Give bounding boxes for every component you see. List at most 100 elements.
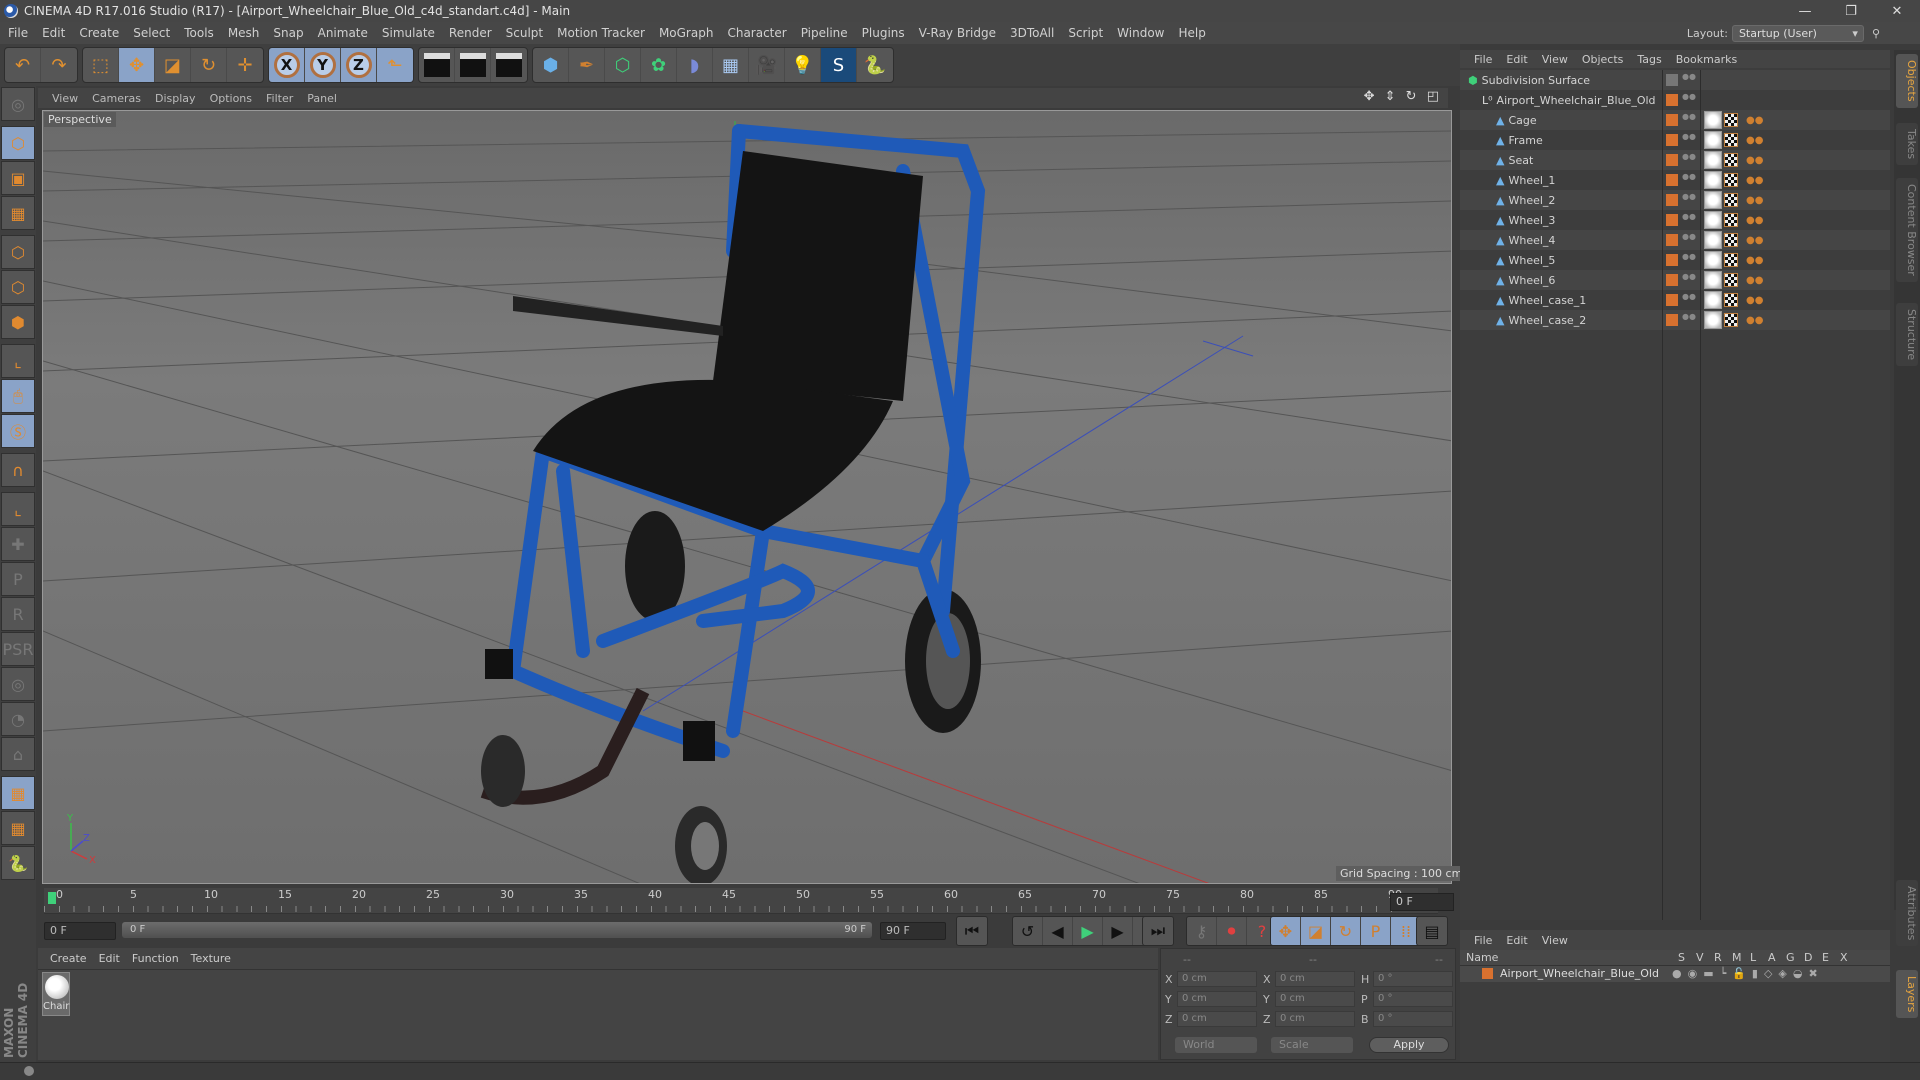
layer-column-d[interactable]: D — [1804, 951, 1812, 964]
deformer-button[interactable]: ◗ — [677, 48, 713, 82]
viewport-3d[interactable]: Y Z X — [42, 110, 1452, 884]
viewport-menu-view[interactable]: View — [52, 92, 78, 105]
object-row[interactable]: ▲ Wheel_6 ●● ●● — [1460, 270, 1890, 290]
layer-color-tag[interactable] — [1666, 114, 1678, 126]
restore-icon[interactable]: ❐ — [1828, 0, 1874, 22]
z-axis-button[interactable]: Z — [341, 48, 377, 82]
layer-color-tag[interactable] — [1666, 174, 1678, 186]
tab-takes[interactable]: Takes — [1896, 123, 1918, 166]
menu-simulate[interactable]: Simulate — [382, 26, 435, 40]
object-item[interactable]: ▲ Wheel_4 — [1496, 234, 1555, 247]
tweak-mode-button[interactable]: 🖱 — [1, 379, 35, 413]
material-tag-icon[interactable] — [1704, 251, 1722, 269]
layer-color-tag[interactable] — [1666, 294, 1678, 306]
coord-mode-dropdown[interactable]: Scale — [1271, 1037, 1353, 1053]
rotation-field[interactable]: 0 ° — [1373, 991, 1453, 1007]
object-item[interactable]: ▲ Wheel_1 — [1496, 174, 1555, 187]
texture-tag-icon[interactable] — [1724, 273, 1738, 287]
tab-layers[interactable]: Layers — [1896, 970, 1918, 1019]
size-field[interactable]: 0 cm — [1275, 971, 1355, 987]
search-icon[interactable]: ⚲ — [1872, 27, 1880, 40]
axis-mode-button[interactable]: ⌞ — [1, 344, 35, 378]
object-item[interactable]: ▲ Wheel_5 — [1496, 254, 1555, 267]
cube-button[interactable]: ⬢ — [533, 48, 569, 82]
layer-column-e[interactable]: E — [1822, 951, 1829, 964]
position-field[interactable]: 0 cm — [1177, 991, 1257, 1007]
minimize-icon[interactable]: — — [1782, 0, 1828, 22]
texture-tag-icon[interactable] — [1724, 293, 1738, 307]
play-button[interactable]: ▶ — [1073, 917, 1103, 945]
material-tag-icon[interactable] — [1704, 151, 1722, 169]
layer-color-tag[interactable] — [1666, 154, 1678, 166]
previous-key-button[interactable]: ↺ — [1013, 917, 1043, 945]
close-icon[interactable]: ✕ — [1874, 0, 1920, 22]
layer-color-tag[interactable] — [1666, 314, 1678, 326]
phong-tag-icon[interactable]: ●● — [1746, 135, 1763, 146]
object-row[interactable]: ▲ Wheel_2 ●● ●● — [1460, 190, 1890, 210]
menu-create[interactable]: Create — [79, 26, 119, 40]
layer-color-tag[interactable] — [1666, 214, 1678, 226]
texture-tag-icon[interactable] — [1724, 313, 1738, 327]
tab-objects[interactable]: Objects — [1896, 54, 1918, 108]
menu-motion-tracker[interactable]: Motion Tracker — [557, 26, 645, 40]
next-frame-button[interactable]: ▶ — [1103, 917, 1133, 945]
object-row[interactable]: ▲ Seat ●● ●● — [1460, 150, 1890, 170]
phong-tag-icon[interactable]: ●● — [1746, 235, 1763, 246]
menu-tools[interactable]: Tools — [184, 26, 214, 40]
menu-snap[interactable]: Snap — [273, 26, 303, 40]
object-menu-edit[interactable]: Edit — [1506, 53, 1527, 66]
cloner-button[interactable]: ✿ — [641, 48, 677, 82]
viewport-menu-cameras[interactable]: Cameras — [92, 92, 141, 105]
tab-content-browser[interactable]: Content Browser — [1896, 178, 1918, 282]
phong-tag-icon[interactable]: ●● — [1746, 115, 1763, 126]
end-frame-field[interactable]: 90 F — [880, 922, 946, 940]
object-item[interactable]: ⬢ Subdivision Surface — [1468, 74, 1590, 87]
layer-column-v[interactable]: V — [1696, 951, 1704, 964]
x-axis-button[interactable]: X — [269, 48, 305, 82]
key-pla-button[interactable]: ⌂ — [1, 737, 35, 771]
material-menu-create[interactable]: Create — [50, 952, 87, 965]
menu-mograph[interactable]: MoGraph — [659, 26, 714, 40]
previous-frame-button[interactable]: ◀ — [1043, 917, 1073, 945]
visibility-dots[interactable]: ●● — [1682, 293, 1696, 306]
motion-record-button[interactable]: ⚷ — [1187, 917, 1217, 945]
material-tag-icon[interactable] — [1704, 191, 1722, 209]
camera-button[interactable]: 🎥 — [749, 48, 785, 82]
layer-color-tag[interactable] — [1666, 94, 1678, 106]
texture-tag-icon[interactable] — [1724, 133, 1738, 147]
python-script-button[interactable]: 🐍 — [1, 846, 35, 880]
lock-workplane-button[interactable]: ▦ — [1, 776, 35, 810]
layer-menu-file[interactable]: File — [1474, 934, 1492, 947]
object-menu-objects[interactable]: Objects — [1582, 53, 1624, 66]
make-editable-button[interactable]: ◎ — [1, 87, 35, 121]
phong-tag-icon[interactable]: ●● — [1746, 215, 1763, 226]
menu-file[interactable]: File — [8, 26, 28, 40]
material-swatch[interactable]: Chair — [42, 972, 70, 1016]
layer-color-swatch[interactable] — [1482, 968, 1493, 979]
python-button[interactable]: 🐍 — [857, 48, 893, 82]
viewport-menu-filter[interactable]: Filter — [266, 92, 293, 105]
solo-mode-button[interactable]: Ⓢ — [1, 414, 35, 448]
key-position-button[interactable]: P — [1, 562, 35, 596]
object-item[interactable]: ▲ Seat — [1496, 154, 1533, 167]
object-menu-view[interactable]: View — [1542, 53, 1568, 66]
y-axis-button[interactable]: Y — [305, 48, 341, 82]
tab-structure[interactable]: Structure — [1896, 303, 1918, 367]
menu-window[interactable]: Window — [1117, 26, 1164, 40]
menu-mesh[interactable]: Mesh — [228, 26, 260, 40]
object-item[interactable]: ▲ Wheel_case_2 — [1496, 314, 1586, 327]
autokey-button[interactable]: ⏺ — [1217, 917, 1247, 945]
menu-help[interactable]: Help — [1178, 26, 1205, 40]
material-menu-texture[interactable]: Texture — [191, 952, 231, 965]
layer-color-tag[interactable] — [1666, 194, 1678, 206]
object-row[interactable]: ▲ Wheel_4 ●● ●● — [1460, 230, 1890, 250]
menu-render[interactable]: Render — [449, 26, 492, 40]
key-parameter-button[interactable]: ◔ — [1, 702, 35, 736]
coordinate-system-button[interactable]: ⬑ — [377, 48, 413, 82]
key-param-button[interactable]: P — [1361, 917, 1391, 945]
texture-tag-icon[interactable] — [1724, 153, 1738, 167]
object-row[interactable]: ▲ Frame ●● ●● — [1460, 130, 1890, 150]
object-row[interactable]: ▲ Wheel_3 ●● ●● — [1460, 210, 1890, 230]
layer-column-s[interactable]: S — [1678, 951, 1685, 964]
phong-tag-icon[interactable]: ●● — [1746, 315, 1763, 326]
